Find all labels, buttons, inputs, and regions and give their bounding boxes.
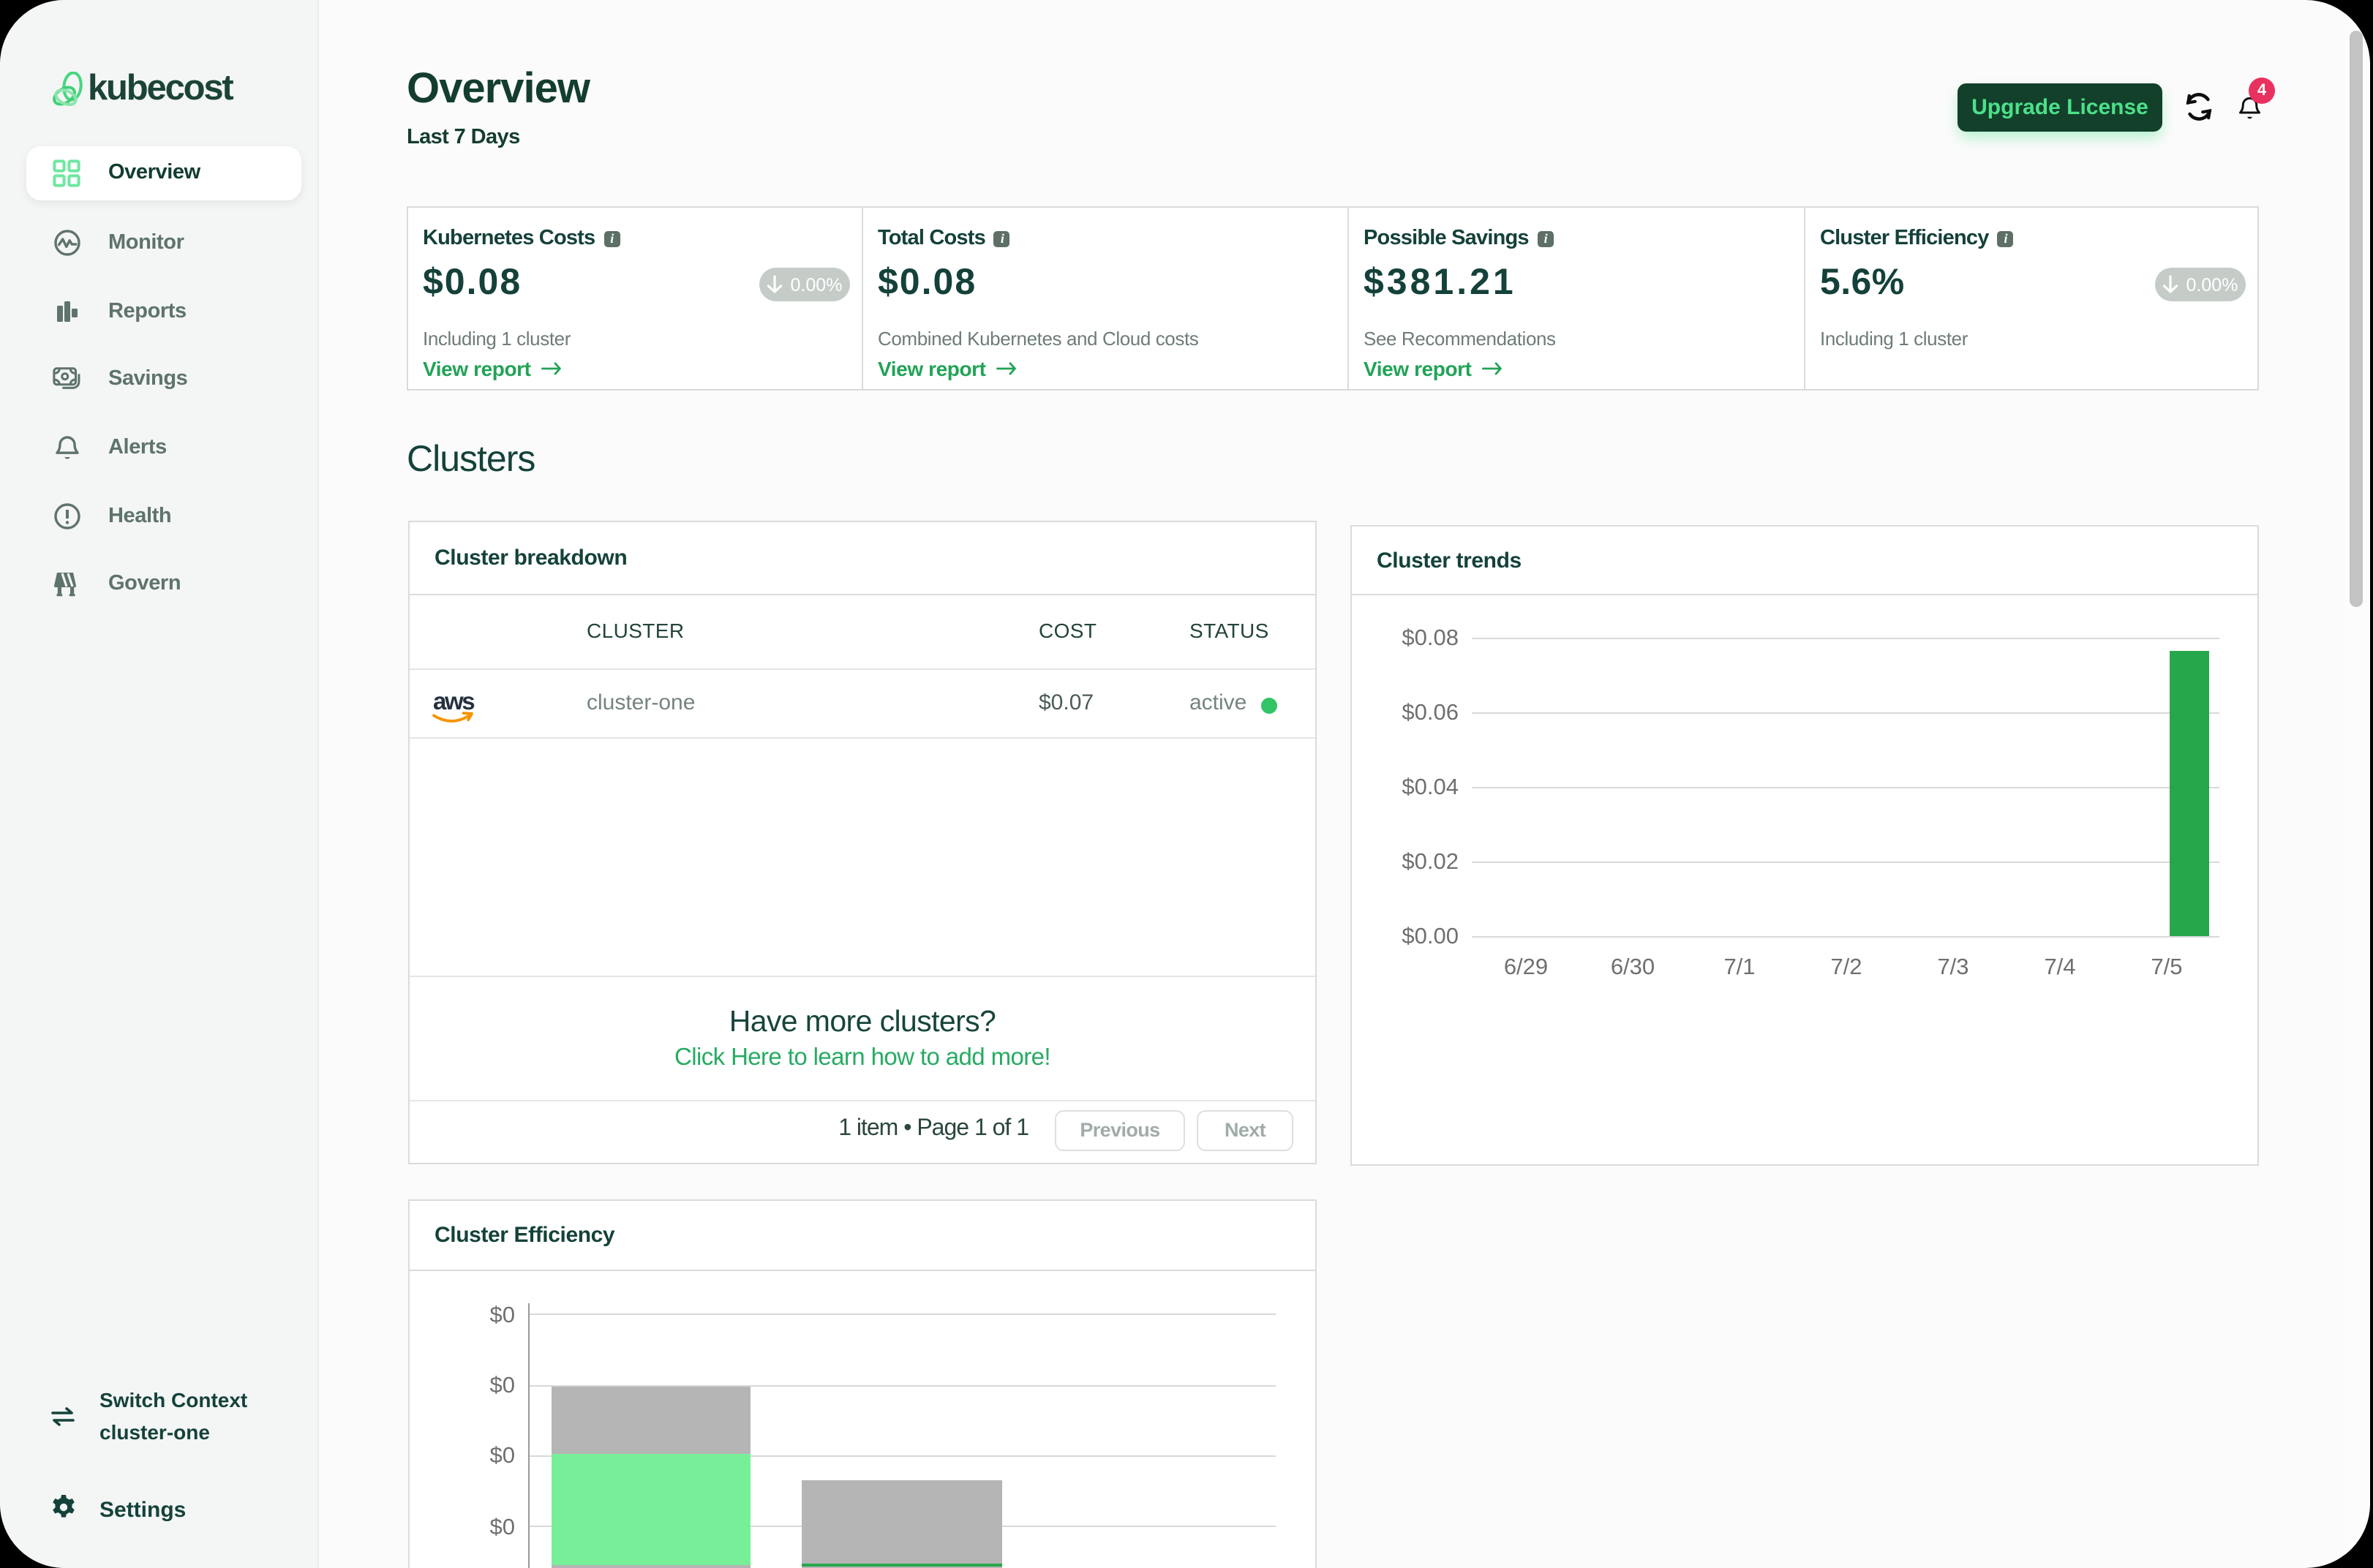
svg-text:aws: aws xyxy=(433,690,474,715)
